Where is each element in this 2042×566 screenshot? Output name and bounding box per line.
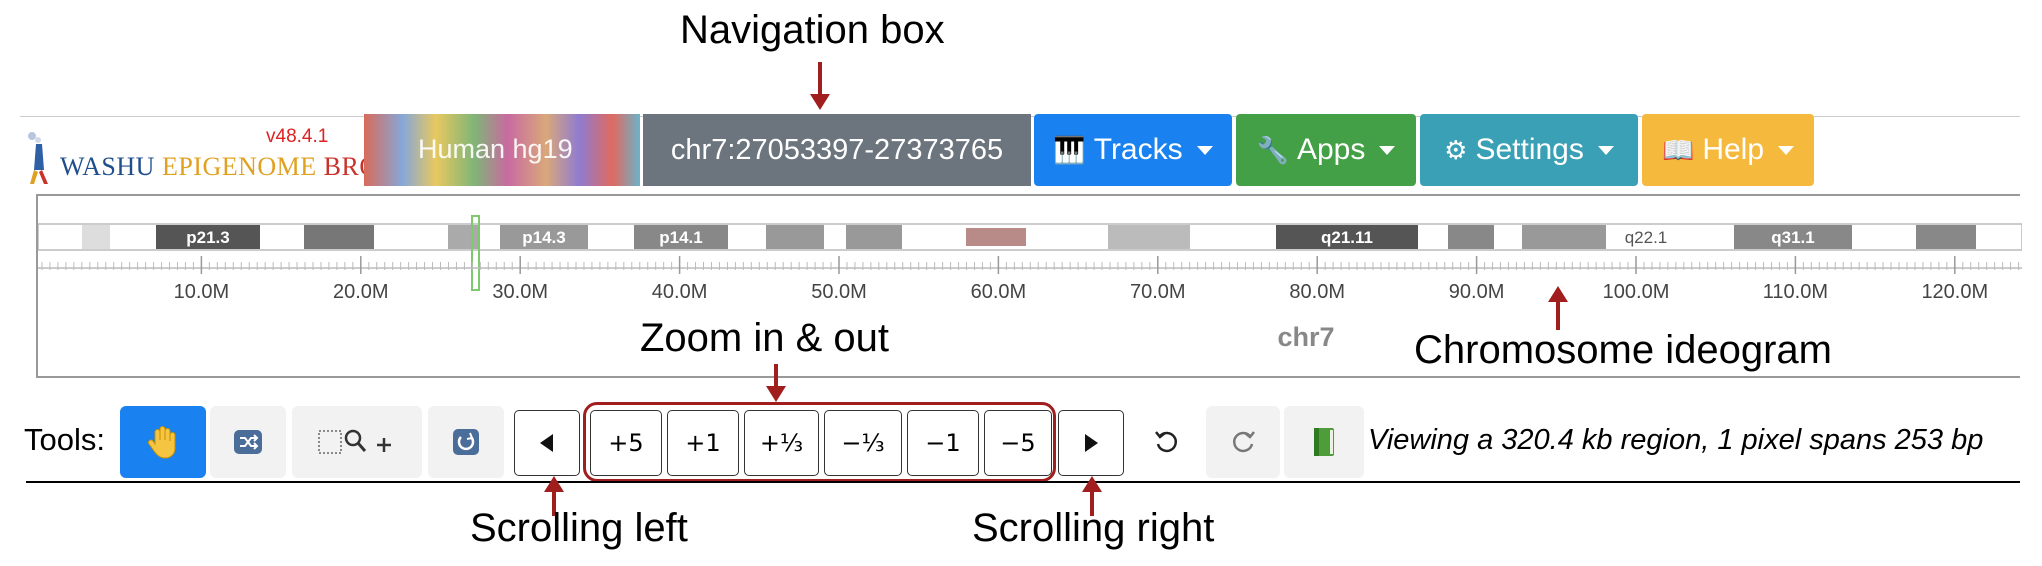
band-label: p14.1 [659,228,702,247]
highlight-book-button[interactable] [1284,406,1364,478]
apps-menu-button[interactable]: 🔧 Apps [1236,114,1416,186]
annotation-zoom: Zoom in & out [640,316,890,360]
genome-selector[interactable]: Human hg19 [364,114,640,186]
tracks-menu-button[interactable]: 🎹 Tracks [1034,114,1232,186]
band-label: q21.11 [1321,228,1373,247]
book-icon: 📖 [1661,134,1695,165]
zoom-in-1-button[interactable]: +1 [667,410,739,476]
scroll-left-button[interactable] [514,410,580,476]
reset-tool-button[interactable] [428,406,504,478]
gear-icon: ⚙ [1444,134,1468,165]
refresh-icon [453,429,479,455]
axis-tick-label: 60.0M [971,281,1027,303]
zoom-in-5-button[interactable]: +5 [590,410,662,476]
chevron-down-icon [1597,145,1614,155]
band [82,225,110,249]
axis-minor-ticks [41,262,2020,270]
undo-icon [1155,431,1178,453]
tracks-menu-label: Tracks [1093,133,1183,166]
band-label: p21.3 [186,228,229,247]
annotation-chromosome-ideogram: Chromosome ideogram [1414,328,1832,372]
axis-tick-label: 50.0M [811,281,867,303]
band [1522,225,1606,249]
zoom-out-third-button[interactable]: −⅓ [824,410,902,476]
axis-tick-label: 120.0M [1921,281,1988,303]
band-label: q31.1 [1771,228,1814,247]
chevron-down-icon [1778,145,1795,155]
chromosome-name: chr7 [1277,322,1334,352]
zoom-out-5-button[interactable]: −5 [984,410,1052,476]
app-logo[interactable]: v48.4.1 WASHU EPIGENOME BROWSER [22,118,452,190]
shuffle-icon [234,430,262,454]
drag-tool-button[interactable] [120,406,206,478]
band [766,225,824,249]
logo-figure-icon [28,132,48,184]
redo-button[interactable] [1206,406,1280,478]
toolbar-divider [26,481,2020,483]
zoom-arrow [766,364,786,402]
axis-tick-label: 30.0M [492,281,548,303]
navigation-box[interactable]: chr7:27053397-27373765 [643,114,1031,186]
band [846,225,902,249]
axis-tick-label: 40.0M [652,281,708,303]
annotation-scroll-left: Scrolling left [470,506,688,550]
region-select-zoom-button[interactable] [292,406,422,478]
logo-word-washu: WASHU [60,152,162,181]
reorder-tool-button[interactable] [210,406,286,478]
band [1916,225,1976,249]
piano-icon: 🎹 [1053,134,1086,165]
wrench-icon: 🔧 [1256,134,1289,165]
navigation-box-arrow [810,62,830,110]
help-menu-button[interactable]: 📖 Help [1642,114,1814,186]
centromere [966,228,1026,246]
band [1448,225,1494,249]
axis-tick-label: 10.0M [174,281,230,303]
triangle-right-icon [1085,434,1098,452]
axis-tick-label: 100.0M [1603,281,1670,303]
tools-label: Tools: [24,422,105,457]
viewing-region-status: Viewing a 320.4 kb region, 1 pixel spans… [1368,424,1984,456]
zoom-out-1-button[interactable]: −1 [907,410,979,476]
band [1108,225,1190,249]
zoom-select-icon [318,429,391,454]
annotation-navigation-box: Navigation box [680,8,945,52]
axis-tick-label: 70.0M [1130,281,1186,303]
scroll-right-button[interactable] [1058,410,1124,476]
chevron-down-icon [1196,145,1213,155]
chromosome-ideogram-arrow [1548,286,1568,330]
band [304,225,374,249]
axis-tick-label: 20.0M [333,281,389,303]
axis-tick-label: 110.0M [1763,281,1828,303]
band-label: q22.1 [1625,228,1668,247]
undo-button[interactable] [1130,406,1204,478]
band [448,225,480,249]
redo-icon [1232,431,1255,453]
axis-tick-label: 80.0M [1289,281,1345,303]
apps-menu-label: Apps [1296,133,1366,166]
band-label: p14.3 [522,228,565,247]
axis-tick-label: 90.0M [1449,281,1505,303]
green-book-icon [1314,428,1334,456]
hand-icon [148,426,176,459]
annotation-scroll-right: Scrolling right [972,506,1215,550]
genome-label: Human hg19 [418,134,573,164]
settings-menu-label: Settings [1475,133,1584,166]
settings-menu-button[interactable]: ⚙ Settings [1420,114,1638,186]
logo-word-epigenome: EPIGENOME [161,152,324,181]
help-menu-label: Help [1702,133,1765,166]
chevron-down-icon [1379,145,1396,155]
triangle-left-icon [540,434,553,452]
zoom-in-third-button[interactable]: +⅓ [744,410,819,476]
version-label: v48.4.1 [266,126,329,147]
